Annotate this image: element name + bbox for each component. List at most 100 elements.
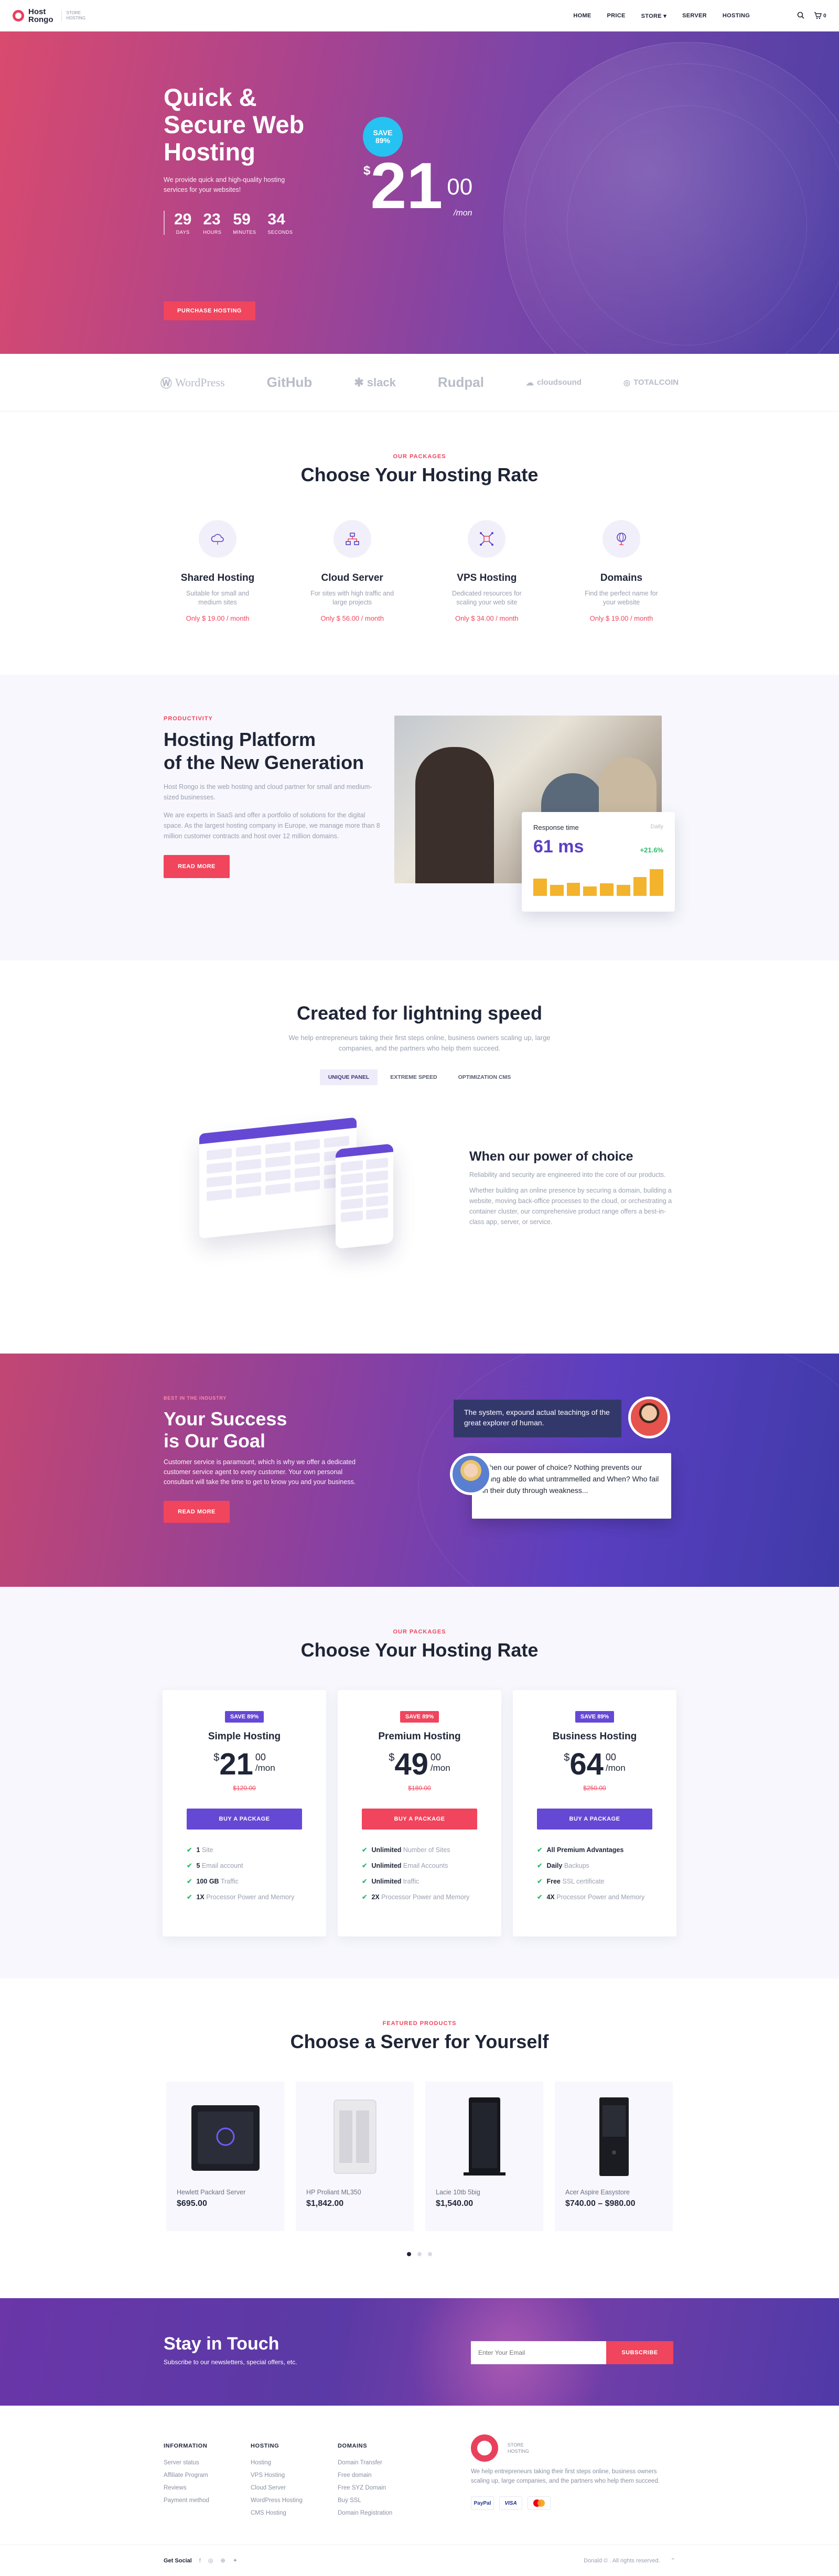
read-more-button[interactable]: READ MORE — [164, 1501, 230, 1523]
rate-card-domains[interactable]: Domains Find the perfect name for your w… — [561, 520, 682, 622]
partner-wordpress: Ⓦ WordPress — [160, 374, 225, 391]
plan-name: Business Hosting — [552, 1731, 637, 1742]
feature-strong: Daily — [546, 1862, 563, 1869]
phone-mockup — [336, 1143, 393, 1249]
read-more-button[interactable]: READ MORE — [164, 855, 230, 878]
product-card[interactable]: Acer Aspire Easystore $740.00 – $980.00 — [555, 2082, 673, 2231]
footer-column-information: INFORMATION Server status Affiliate Prog… — [164, 2440, 209, 2507]
response-bar — [616, 885, 630, 896]
buy-package-button[interactable]: BUY A PACKAGE — [537, 1809, 652, 1830]
footer-link[interactable]: Domain Registration — [338, 2507, 392, 2519]
footer-logo[interactable]: STORE HOSTING — [471, 2434, 670, 2462]
product-card[interactable]: Lacie 10tb 5big $1,540.00 — [425, 2082, 543, 2231]
check-icon: ✔ — [362, 1862, 368, 1869]
product-card[interactable]: HP Proliant ML350 $1,842.00 — [296, 2082, 414, 2231]
purchase-hosting-button[interactable]: PURCHASE HOSTING — [164, 301, 255, 320]
devices-illustration — [189, 1115, 409, 1272]
countdown-hours: 23 HOURS — [203, 211, 221, 235]
feature-item: ✔ Unlimited Email Accounts — [362, 1861, 477, 1870]
cart-count: 0 — [823, 13, 826, 19]
search-icon[interactable] — [797, 12, 804, 20]
plan-price: $64 00/mon — [528, 1749, 662, 1780]
product-card[interactable]: Hewlett Packard Server $695.00 — [166, 2082, 284, 2231]
laptop-mockup — [199, 1117, 357, 1239]
price-currency: $ — [564, 1752, 570, 1763]
buy-package-button[interactable]: BUY A PACKAGE — [187, 1809, 302, 1830]
footer-link[interactable]: Domain Transfer — [338, 2456, 392, 2469]
footer-link[interactable]: Free domain — [338, 2469, 392, 2482]
subscribe-button[interactable]: SUBSCRIBE — [606, 2341, 673, 2364]
section-kicker: PRODUCTIVITY — [164, 716, 213, 722]
brand-name-line2: Rongo — [28, 15, 53, 24]
nav-hosting[interactable]: HOSTING — [723, 13, 750, 19]
scroll-top-icon[interactable]: ⌃ — [671, 2557, 675, 2564]
dribbble-icon[interactable]: ⊕ — [220, 2557, 225, 2564]
footer-link[interactable]: Affiliate Program — [164, 2469, 209, 2482]
product-price: $695.00 — [177, 2199, 207, 2208]
tab-extreme-speed[interactable]: EXTREME SPEED — [382, 1069, 445, 1085]
nav-home[interactable]: HOME — [573, 13, 591, 19]
check-icon: ✔ — [187, 1846, 192, 1854]
footer-link[interactable]: Cloud Server — [251, 2482, 303, 2494]
footer-column-title: HOSTING — [251, 2443, 279, 2449]
nav-price[interactable]: PRICE — [607, 13, 626, 19]
brand-name-line1: Host — [28, 7, 46, 16]
hero-title-line1: Quick & — [164, 83, 257, 111]
tab-optimization-cms[interactable]: OPTIMIZATION CMS — [450, 1069, 520, 1085]
hosting-rate-section: OUR PACKAGES Choose Your Hosting Rate Sh… — [0, 412, 839, 675]
success-title-line2: is Our Goal — [164, 1430, 266, 1452]
payment-methods: PayPal VISA — [471, 2496, 670, 2510]
footer-link[interactable]: Buy SSL — [338, 2494, 392, 2507]
carousel-dot[interactable] — [417, 2252, 422, 2256]
footer-link[interactable]: VPS Hosting — [251, 2469, 303, 2482]
nav-server[interactable]: SERVER — [682, 13, 707, 19]
footer-link[interactable]: Reviews — [164, 2482, 209, 2494]
feature-text: Email account — [200, 1862, 243, 1869]
facebook-icon[interactable]: f — [199, 2558, 201, 2564]
rate-card-shared[interactable]: Shared Hosting Suitable for small and me… — [157, 520, 278, 622]
footer-link[interactable]: Payment method — [164, 2494, 209, 2507]
email-field[interactable] — [471, 2341, 606, 2364]
feature-text: Site — [200, 1846, 213, 1854]
pricing-card-simple: SAVE 89% Simple Hosting $21 00/mon $120.0… — [163, 1690, 326, 1936]
footer-logo-sub: STORE — [508, 2442, 524, 2448]
footer-link[interactable]: Free SYZ Domain — [338, 2482, 392, 2494]
nav-store[interactable]: STORE ▾ — [641, 13, 666, 19]
partner-label: WordPress — [175, 375, 225, 389]
mastercard-icon — [528, 2496, 551, 2510]
social-links: Get Social f ◎ ⊕ ✦ — [164, 2557, 238, 2564]
twitter-icon[interactable]: ✦ — [233, 2557, 238, 2564]
carousel-dot[interactable] — [407, 2252, 411, 2256]
feature-title: When our power of choice — [469, 1149, 633, 1164]
response-bar — [566, 883, 580, 896]
price-cents: 00 — [447, 174, 473, 200]
tab-unique-panel[interactable]: UNIQUE PANEL — [319, 1069, 378, 1085]
footer-column-title: DOMAINS — [338, 2443, 368, 2449]
platform-title-line2: of the New Generation — [164, 752, 364, 773]
plan-price: $49 00/mon — [352, 1749, 487, 1780]
cart-button[interactable]: 0 — [814, 12, 826, 19]
server-image — [177, 2092, 274, 2181]
footer-link[interactable]: WordPress Hosting — [251, 2494, 303, 2507]
logo-mark-icon — [471, 2434, 498, 2462]
buy-package-button[interactable]: BUY A PACKAGE — [362, 1809, 477, 1830]
instagram-icon[interactable]: ◎ — [208, 2557, 213, 2564]
price-period: /mon — [430, 1763, 450, 1773]
footer-column-title: INFORMATION — [164, 2443, 208, 2449]
footer-link[interactable]: CMS Hosting — [251, 2507, 303, 2519]
network-icon — [333, 520, 371, 558]
hero-price: $ 21 00 /mon — [363, 152, 472, 220]
rate-card-cloud[interactable]: Cloud Server For sites with high traffic… — [292, 520, 413, 622]
countdown-label: SECONDS — [267, 230, 293, 235]
old-price: $120.00 — [233, 1784, 256, 1792]
price-cents: 00 — [255, 1752, 266, 1762]
brand-logo[interactable]: Host Rongo STORE HOSTING — [13, 8, 85, 24]
carousel-dot[interactable] — [428, 2252, 432, 2256]
footer-link[interactable]: Server status — [164, 2456, 209, 2469]
save-badge-line1: SAVE — [373, 128, 393, 137]
rate-card-vps[interactable]: VPS Hosting Dedicated resources for scal… — [426, 520, 547, 622]
rate-name: Domains — [600, 572, 643, 583]
footer-link[interactable]: Hosting — [251, 2456, 303, 2469]
vps-icon — [468, 520, 506, 558]
footer-about-text: We help entrepreneurs taking their first… — [471, 2469, 660, 2484]
